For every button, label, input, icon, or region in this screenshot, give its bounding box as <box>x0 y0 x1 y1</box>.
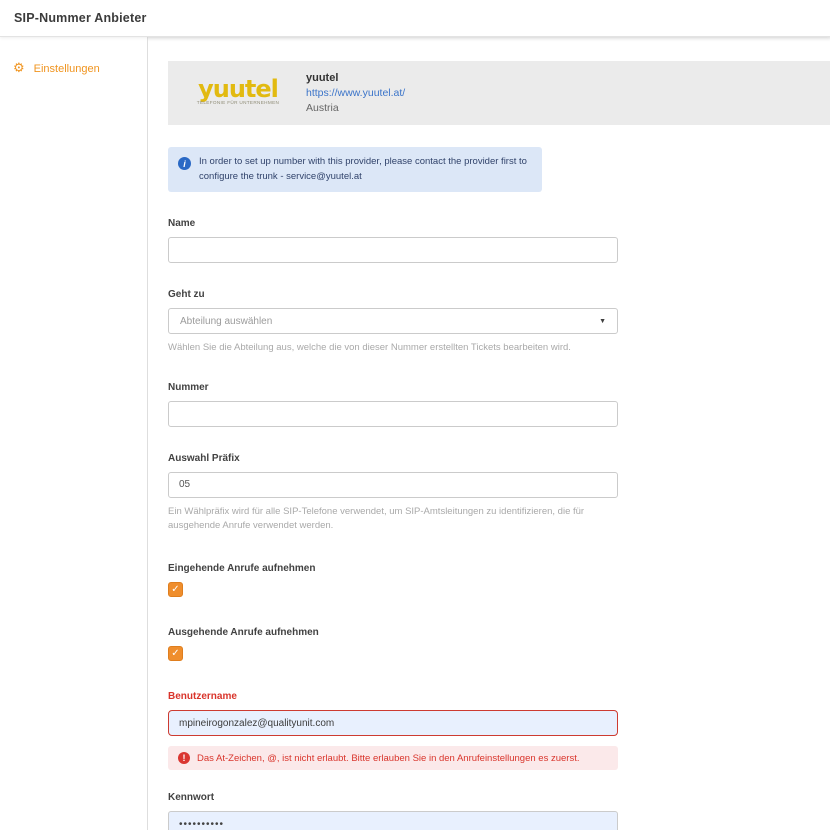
sip-provider-page: SIP-Nummer Anbieter ⚙ Einstellungen yuut… <box>0 0 830 830</box>
body-row: ⚙ Einstellungen yuutel TELEFONIE FÜR UNT… <box>0 37 830 830</box>
provider-notice: i In order to set up number with this pr… <box>168 147 542 192</box>
sidebar-item-label: Einstellungen <box>34 63 100 75</box>
page-header: SIP-Nummer Anbieter <box>0 0 830 37</box>
provider-logo: yuutel TELEFONIE FÜR UNTERNEHMEN <box>182 79 294 107</box>
username-field-group: Benutzername ! Das At-Zeichen, @, ist ni… <box>168 691 618 770</box>
error-icon: ! <box>178 752 190 764</box>
record-incoming-label: Eingehende Anrufe aufnehmen <box>168 563 830 574</box>
record-incoming-checkbox[interactable]: ✓ <box>168 582 183 597</box>
provider-name: yuutel <box>306 72 405 84</box>
password-input[interactable] <box>168 811 618 830</box>
prefix-helper-text: Ein Wählpräfix wird für alle SIP-Telefon… <box>168 505 626 534</box>
provider-notice-text: In order to set up number with this prov… <box>199 155 532 184</box>
record-incoming-group: Eingehende Anrufe aufnehmen ✓ <box>168 563 830 597</box>
sidebar-item-einstellungen[interactable]: ⚙ Einstellungen <box>0 62 147 75</box>
yuutel-logo-text: yuutel <box>182 79 294 99</box>
number-label: Nummer <box>168 382 618 393</box>
record-outgoing-group: Ausgehende Anrufe aufnehmen ✓ <box>168 627 830 661</box>
info-icon: i <box>178 157 191 170</box>
prefix-input[interactable] <box>168 472 618 498</box>
username-error-box: ! Das At-Zeichen, @, ist nicht erlaubt. … <box>168 746 618 770</box>
main-content: yuutel TELEFONIE FÜR UNTERNEHMEN yuutel … <box>148 37 830 830</box>
page-title: SIP-Nummer Anbieter <box>14 11 147 25</box>
provider-info: yuutel https://www.yuutel.at/ Austria <box>306 72 405 114</box>
department-select[interactable]: Abteilung auswählen ▼ <box>168 308 618 334</box>
username-input[interactable] <box>168 710 618 736</box>
password-field-group: Kennwort <box>168 792 618 830</box>
name-input[interactable] <box>168 237 618 263</box>
yuutel-logo-tagline: TELEFONIE FÜR UNTERNEHMEN <box>194 101 281 106</box>
chevron-down-icon: ▼ <box>599 318 606 325</box>
password-label: Kennwort <box>168 792 618 803</box>
record-outgoing-checkbox[interactable]: ✓ <box>168 646 183 661</box>
department-label: Geht zu <box>168 289 618 300</box>
name-label: Name <box>168 218 618 229</box>
number-input[interactable] <box>168 401 618 427</box>
provider-url-link[interactable]: https://www.yuutel.at/ <box>306 87 405 99</box>
prefix-label: Auswahl Präfix <box>168 453 618 464</box>
sidebar: ⚙ Einstellungen <box>0 37 148 830</box>
department-select-placeholder: Abteilung auswählen <box>180 316 272 327</box>
username-error-text: Das At-Zeichen, @, ist nicht erlaubt. Bi… <box>197 753 579 764</box>
gear-icon: ⚙ <box>13 62 25 75</box>
number-field-group: Nummer <box>168 382 618 427</box>
checkmark-icon: ✓ <box>171 649 179 659</box>
provider-card: yuutel TELEFONIE FÜR UNTERNEHMEN yuutel … <box>168 61 830 125</box>
record-outgoing-label: Ausgehende Anrufe aufnehmen <box>168 627 830 638</box>
department-helper-text: Wählen Sie die Abteilung aus, welche die… <box>168 341 626 355</box>
provider-country: Austria <box>306 102 405 114</box>
checkmark-icon: ✓ <box>171 585 179 595</box>
username-label: Benutzername <box>168 691 618 702</box>
prefix-field-group: Auswahl Präfix Ein Wählpräfix wird für a… <box>168 453 618 534</box>
name-field-group: Name <box>168 218 618 263</box>
department-field-group: Geht zu Abteilung auswählen ▼ Wählen Sie… <box>168 289 618 355</box>
